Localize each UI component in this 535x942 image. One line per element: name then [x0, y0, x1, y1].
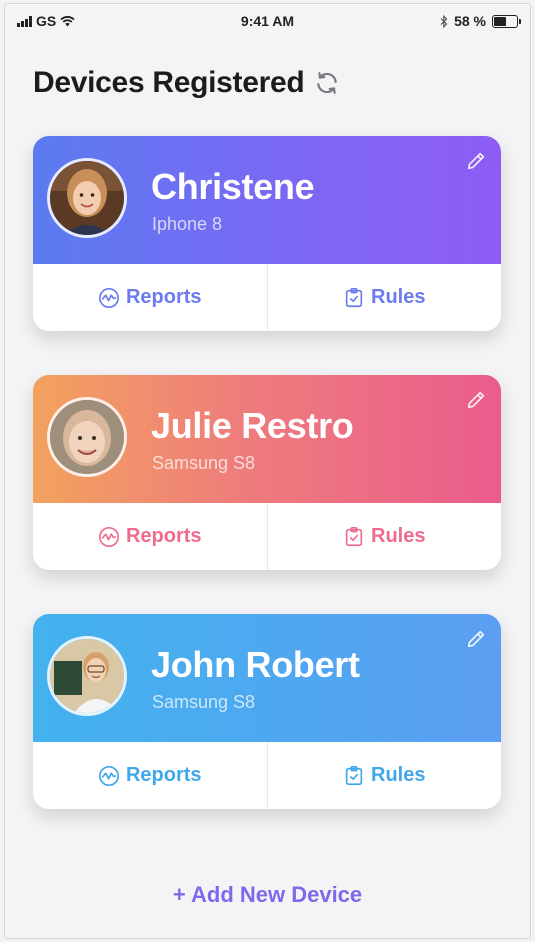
reports-icon: [98, 526, 119, 547]
device-card-actions: Reports Rules: [33, 742, 501, 809]
device-owner-name: Christene: [151, 166, 315, 207]
status-right: 58 %: [440, 13, 521, 29]
page-title: Devices Registered: [33, 66, 305, 99]
header: Devices Registered: [33, 66, 340, 100]
device-model: Samsung S8: [152, 692, 256, 712]
device-card-header: Julie Restro Samsung S8: [33, 375, 501, 503]
device-card-header: Christene Iphone 8: [33, 136, 501, 264]
device-model: Iphone 8: [152, 214, 223, 234]
rules-label: Rules: [371, 525, 426, 547]
avatar: [47, 636, 127, 716]
device-card: Christene Iphone 8 Reports Rules: [33, 136, 501, 331]
device-card: Julie Restro Samsung S8 Reports Rules: [33, 375, 501, 570]
rules-label: Rules: [371, 286, 426, 308]
battery-percent: 58 %: [454, 13, 486, 29]
reports-button[interactable]: Reports: [33, 503, 267, 570]
status-bar: GS 9:41 AM 58 %: [5, 4, 530, 38]
rules-icon: [345, 526, 363, 546]
battery-icon: [492, 14, 521, 28]
device-card-header: John Robert Samsung S8: [33, 614, 501, 742]
rules-icon: [345, 765, 363, 785]
rules-button[interactable]: Rules: [266, 503, 502, 570]
rules-icon: [345, 287, 363, 307]
reports-icon: [98, 765, 119, 786]
add-new-device-button[interactable]: + Add New Device: [5, 882, 530, 908]
avatar: [47, 158, 127, 238]
edit-icon[interactable]: [465, 150, 487, 172]
device-model: Samsung S8: [152, 453, 256, 473]
reports-label: Reports: [125, 764, 202, 786]
device-card-actions: Reports Rules: [33, 264, 501, 331]
reports-label: Reports: [125, 286, 202, 308]
rules-button[interactable]: Rules: [266, 264, 502, 331]
device-owner-name: John Robert: [151, 644, 360, 685]
rules-label: Rules: [371, 764, 426, 786]
device-card: John Robert Samsung S8 Reports Rules: [33, 614, 501, 809]
phone-screen: GS 9:41 AM 58 % Devices Registered Chris…: [4, 3, 531, 939]
edit-icon[interactable]: [465, 389, 487, 411]
device-owner-name: Julie Restro: [151, 405, 354, 446]
reports-button[interactable]: Reports: [33, 742, 267, 809]
reports-label: Reports: [125, 525, 202, 547]
avatar: [47, 397, 127, 477]
device-card-actions: Reports Rules: [33, 503, 501, 570]
edit-icon[interactable]: [465, 628, 487, 650]
refresh-icon[interactable]: [314, 70, 340, 96]
bluetooth-icon: [440, 14, 448, 28]
rules-button[interactable]: Rules: [266, 742, 502, 809]
reports-button[interactable]: Reports: [33, 264, 267, 331]
reports-icon: [98, 287, 119, 308]
